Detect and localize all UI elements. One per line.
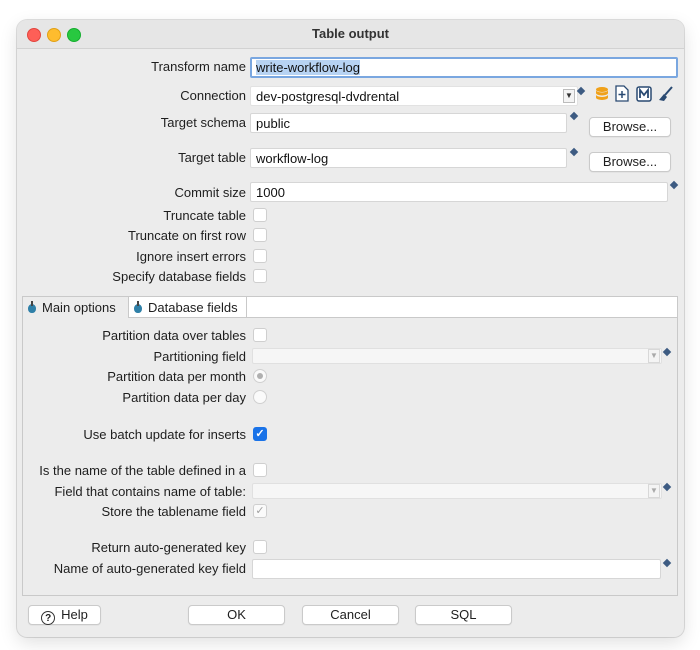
store-tablename-field-checkbox[interactable]: ✓ [253,504,267,518]
commit-size-value: 1000 [256,185,285,200]
ok-button[interactable]: OK [188,605,285,625]
sql-button[interactable]: SQL [415,605,512,625]
ignore-insert-errors-checkbox[interactable] [253,249,267,263]
connection-value: dev-postgresql-dvdrental [256,89,400,104]
variable-diamond-icon [569,147,579,157]
target-schema-input[interactable]: public [250,113,567,133]
store-tablename-field-label: Store the tablename field [101,504,246,519]
variable-diamond-icon [569,111,579,121]
field-with-table-name-dropdown-arrow[interactable]: ▼ [648,484,660,498]
transform-name-value: write-workflow-log [256,60,361,75]
target-table-input[interactable]: workflow-log [250,148,567,168]
table-output-dialog: Table output Transform name write-workfl… [17,20,684,637]
options-icon [27,301,37,313]
database-icon[interactable] [594,86,610,102]
tab-label: Main options [42,300,116,315]
ignore-insert-errors-label: Ignore insert errors [136,249,246,264]
new-connection-icon[interactable] [615,85,629,102]
wizard-brush-icon[interactable] [658,86,674,102]
commit-size-label: Commit size [174,185,246,200]
auto-key-field-name-label: Name of auto-generated key field [53,561,246,576]
title-bar: Table output [17,20,684,49]
help-icon: ? [41,611,56,625]
truncate-first-row-label: Truncate on first row [127,228,246,243]
partitioning-field-dropdown-arrow[interactable]: ▼ [648,349,660,363]
options-icon [133,301,143,313]
target-table-label: Target table [178,150,246,165]
use-batch-update-checkbox[interactable]: ✓ [253,427,267,441]
specify-db-fields-checkbox[interactable] [253,269,267,283]
partition-over-tables-checkbox[interactable] [253,328,267,342]
partition-per-day-radio[interactable] [253,390,267,404]
connection-label: Connection [180,88,246,103]
cancel-button[interactable]: Cancel [302,605,399,625]
field-with-table-name-label: Field that contains name of table: [54,484,246,499]
field-with-table-name-select[interactable] [252,483,662,499]
partitioning-field-label: Partitioning field [153,349,247,364]
truncate-table-checkbox[interactable] [253,208,267,222]
use-batch-update-label: Use batch update for inserts [83,427,246,442]
table-name-in-field-label: Is the name of the table defined in a [39,463,246,478]
help-button-label: Help [61,607,88,622]
target-table-value: workflow-log [256,151,329,166]
table-name-in-field-checkbox[interactable] [253,463,267,477]
browse-schema-button[interactable]: Browse... [589,117,671,137]
tab-database-fields[interactable]: Database fields [129,297,247,318]
tab-label: Database fields [148,300,238,315]
transform-name-input[interactable]: write-workflow-log [250,57,678,78]
transform-name-label: Transform name [151,59,246,74]
partition-per-month-radio[interactable] [253,369,267,383]
target-schema-value: public [256,116,290,131]
window-title: Table output [311,26,390,41]
truncate-table-label: Truncate table [163,208,246,223]
variable-diamond-icon [576,86,586,96]
partitioning-field-select[interactable] [252,348,662,364]
manage-connections-icon[interactable] [636,86,652,102]
specify-db-fields-label: Specify database fields [112,269,246,284]
tab-main-options[interactable]: Main options [23,297,129,318]
partition-per-month-label: Partition data per month [107,369,246,384]
partition-per-day-label: Partition data per day [122,390,246,405]
auto-key-field-name-input[interactable] [252,559,661,579]
browse-table-button[interactable]: Browse... [589,152,671,172]
help-button[interactable]: ? Help [28,605,101,625]
commit-size-input[interactable]: 1000 [250,182,668,202]
target-schema-label: Target schema [160,115,246,130]
truncate-first-row-checkbox[interactable] [253,228,267,242]
connection-select[interactable]: dev-postgresql-dvdrental [250,86,578,106]
variable-diamond-icon [669,180,679,190]
tab-bar: Main options Database fields [22,296,678,318]
connection-dropdown-arrow[interactable]: ▼ [563,89,575,103]
partition-over-tables-label: Partition data over tables [102,328,246,343]
return-auto-key-label: Return auto-generated key [91,540,246,555]
return-auto-key-checkbox[interactable] [253,540,267,554]
